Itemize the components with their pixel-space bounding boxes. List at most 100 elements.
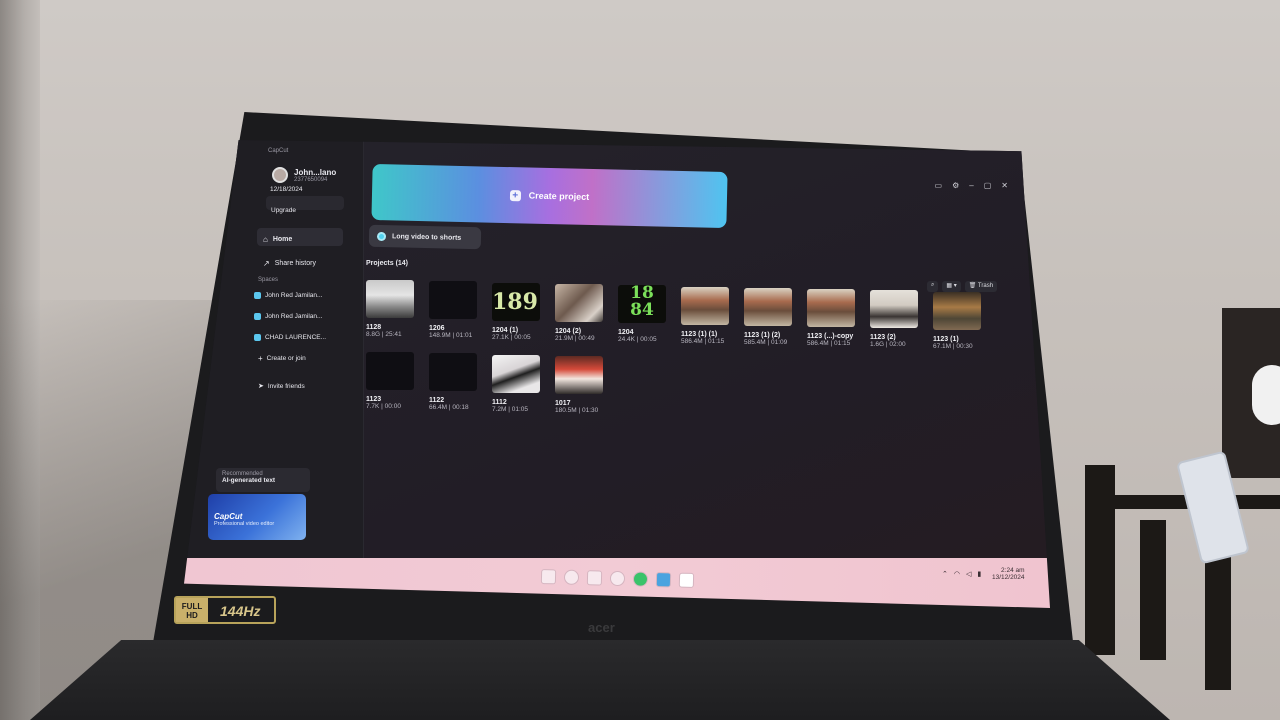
project-tile[interactable]: 18 84 1204 24.4K | 00:05 (618, 285, 670, 343)
badge-hd: HD (186, 611, 198, 620)
space-item[interactable]: CHAD LAURENCE... (254, 334, 326, 341)
volume-icon[interactable]: ◁ (966, 570, 971, 578)
space-label: John Red Jamilan... (265, 292, 323, 299)
capcut-icon[interactable] (678, 572, 695, 588)
project-tile[interactable]: 1112 7.2M | 01:05 (492, 354, 544, 413)
account-id: 2377650094 (294, 177, 328, 183)
project-meta: 148.9M | 01:01 (429, 332, 473, 340)
project-thumbnail: 18 84 (618, 285, 666, 324)
settings-icon[interactable]: ⚙ (952, 181, 959, 190)
project-tile[interactable]: 1122 66.4M | 00:18 (429, 353, 481, 411)
upgrade-button[interactable]: Upgrade (266, 196, 344, 214)
project-name: 1123 (366, 396, 382, 403)
space-icon (254, 334, 261, 341)
project-tile[interactable]: 1123 (1) 67.1M | 00:30 (933, 291, 985, 350)
project-thumbnail: 1891 (492, 282, 540, 321)
space-item[interactable]: John Red Jamilan... (254, 313, 322, 320)
maximize-icon[interactable]: ▢ (984, 181, 992, 190)
project-meta: 7.7K | 00:00 (366, 403, 401, 410)
project-name: 1128 (366, 324, 382, 331)
project-tile[interactable]: 1123 (2) 1.6G | 02:00 (870, 290, 922, 348)
folder-icon[interactable] (586, 570, 603, 586)
long-video-label: Long video to shorts (391, 232, 462, 242)
space-icon (254, 313, 261, 320)
feedback-icon[interactable]: ▭ (935, 181, 943, 190)
badge-refresh: 144Hz (220, 603, 261, 619)
home-icon: ⌂ (263, 234, 268, 244)
project-thumbnail (366, 280, 414, 318)
chevron-up-icon[interactable]: ⌃ (942, 570, 948, 578)
grid-view-icon[interactable]: ▦ ▾ (942, 281, 961, 292)
bracket-arm (1252, 365, 1280, 425)
project-thumbnail (870, 290, 918, 329)
project-tile[interactable]: 1123 7.7K | 00:00 (366, 352, 418, 410)
invite-friends-button[interactable]: ➤ Invite friends (258, 382, 305, 391)
project-thumbnail (555, 355, 603, 394)
avatar[interactable] (272, 167, 288, 183)
project-meta: 24.4K | 00:05 (618, 336, 657, 344)
clock-date: 13/12/2024 (992, 574, 1025, 581)
battery-icon[interactable]: ▮ (977, 570, 981, 578)
project-tile[interactable]: 1891 1204 (1)27.1K | 00:05 (492, 282, 544, 341)
close-icon[interactable]: ✕ (1001, 181, 1008, 190)
start-icon[interactable] (540, 569, 557, 585)
share-icon: ↗ (263, 258, 270, 268)
account-expiry: 12/18/2024 (270, 186, 303, 193)
project-name: 1123 (1) (933, 335, 959, 343)
project-name: 1122 (429, 397, 445, 405)
create-or-join-button[interactable]: + Create or join (258, 354, 306, 363)
project-meta: 8.8G | 25:41 (366, 331, 402, 338)
laptop-screen: CapCut John...lano 2377650094 12/18/2024… (184, 140, 1050, 608)
project-thumbnail (807, 289, 855, 328)
wifi-icon[interactable]: ◠ (954, 570, 960, 578)
clock[interactable]: 2:24 am 13/12/2024 (992, 567, 1025, 581)
project-meta: 21.9M | 00:49 (555, 334, 595, 342)
project-tile[interactable]: 1123 (1) (1) 586.4M | 01:15 (681, 286, 733, 345)
project-thumbnail (429, 353, 477, 392)
invite-friends-label: Invite friends (267, 382, 305, 390)
project-tile[interactable]: 1206 148.9M | 01:01 (429, 281, 481, 339)
chrome-icon[interactable] (609, 570, 626, 587)
project-thumbnail (366, 352, 414, 390)
trash-button[interactable]: 🗑 Trash (964, 281, 998, 292)
project-meta: 586.4M | 01:15 (681, 337, 725, 345)
recommended-card[interactable]: Recommended AI-generated text (216, 468, 310, 492)
long-video-to-shorts-button[interactable]: Long video to shorts (368, 224, 482, 250)
search-icon[interactable]: ⌕ (927, 281, 939, 292)
project-thumbnail (933, 291, 981, 330)
create-project-button[interactable]: + Create project (371, 163, 728, 229)
nav-share-history[interactable]: ↗ Share history (257, 252, 343, 270)
shorts-icon (376, 231, 387, 241)
thumbnail-text: 18 84 (630, 285, 654, 321)
project-meta: 586.4M | 01:15 (807, 340, 851, 348)
project-thumbnail (555, 283, 603, 322)
project-thumbnail (429, 281, 477, 320)
fullhd-144hz-badge: FULL HD 144Hz (174, 596, 276, 624)
project-tile[interactable]: 1123 (...)-copy 586.4M | 01:15 (807, 289, 859, 347)
account-name: John...lano (294, 168, 337, 177)
projects-toolbar: ⌕ ▦ ▾ 🗑 Trash (927, 281, 998, 292)
project-name: 1206 (429, 325, 445, 333)
minimize-icon[interactable]: – (969, 181, 973, 190)
nav-home-label: Home (272, 235, 293, 243)
create-or-join-label: Create or join (266, 355, 306, 362)
project-name: 1204 (618, 329, 634, 337)
capcut-promo[interactable]: CapCut Professional video editor (208, 494, 306, 540)
project-meta: 7.2M | 01:05 (492, 405, 529, 413)
trash-icon: 🗑 (968, 283, 977, 289)
project-tile[interactable]: 1204 (2) 21.9M | 00:49 (555, 283, 607, 342)
project-name: 1204 (2) (555, 327, 582, 335)
space-item[interactable]: John Red Jamilan... (254, 292, 322, 299)
shield-icon[interactable] (563, 569, 580, 585)
project-meta: 27.1K | 00:05 (492, 333, 531, 341)
promo-brand: CapCut (214, 512, 243, 521)
project-tile[interactable]: 1123 (1) (2) 585.4M | 01:09 (744, 287, 796, 346)
project-tile[interactable]: 1017 180.5M | 01:30 (555, 355, 607, 414)
window-controls: ▭ ⚙ – ▢ ✕ (935, 181, 1008, 190)
spotify-icon[interactable] (632, 571, 649, 587)
nav-home[interactable]: ⌂ Home (257, 228, 343, 246)
project-name: 1123 (1) (1) (681, 330, 718, 338)
project-meta: 1.6G | 02:00 (870, 341, 906, 349)
vscode-icon[interactable] (655, 572, 672, 588)
project-tile[interactable]: 1128 8.8G | 25:41 (366, 280, 418, 338)
